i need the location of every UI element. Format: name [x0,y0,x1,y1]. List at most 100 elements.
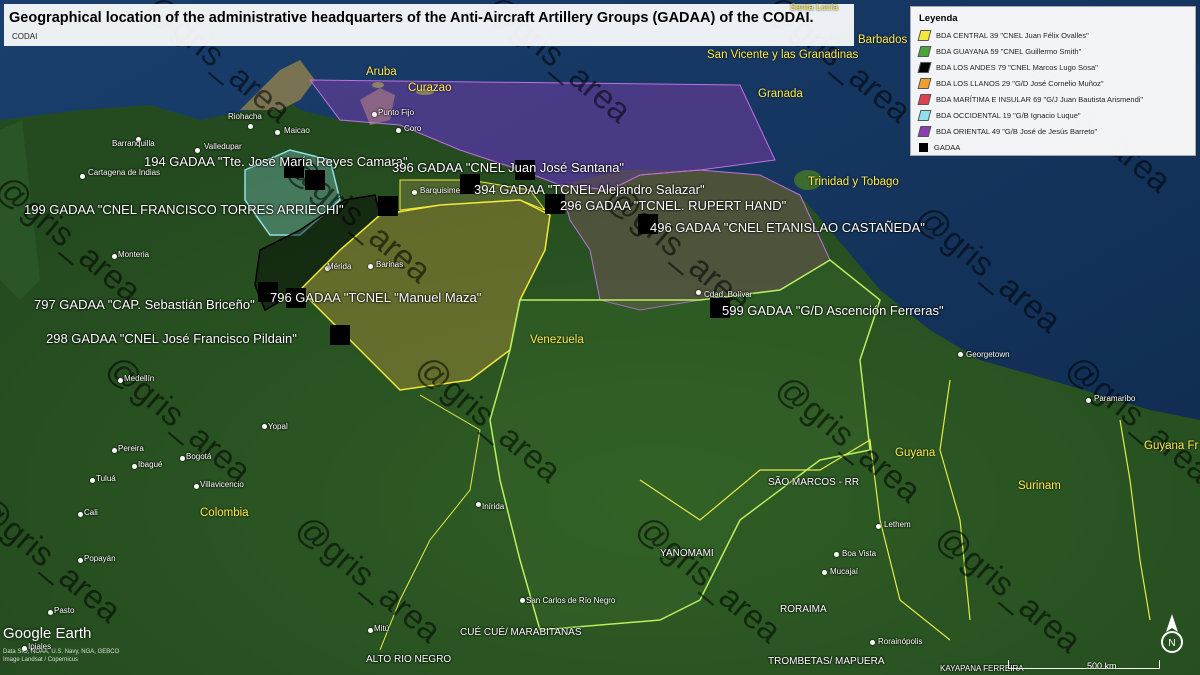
city-dot [78,512,83,517]
city-dot [132,464,137,469]
country-label: Santa Lucía [790,2,839,12]
legend-swatch [917,29,932,41]
city-label: San Carlos de Río Negro [526,596,616,605]
gadaa-marker[interactable] [378,196,398,216]
city-label: Mucajaí [830,567,859,576]
city-dot [368,628,373,633]
legend-swatch [919,142,928,152]
city-dot [368,264,373,269]
country-label: Curazao [408,82,452,94]
city-label: Monteria [118,250,150,259]
credit-line: Data SIO, NOAA, U.S. Navy, NGA, GEBCO [3,649,120,655]
country-label: San Vicente y las Granadinas [707,49,859,61]
legend-item[interactable]: BDA LOS ANDES 79 "CNEL Marcos Lugo Sosa" [917,60,1098,74]
city-dot [520,598,525,603]
city-label: Barinas [376,260,404,269]
legend-item[interactable]: BDA ORIENTAL 49 "G/B José de Jesús Barre… [917,124,1098,138]
legend-item[interactable]: BDA OCCIDENTAL 19 "G/B Ignacio Luque" [917,108,1081,122]
region-label: SÃO MARCOS - RR [768,477,860,488]
legend-item[interactable]: BDA LOS LLANOS 29 "G/D José Cornelio Muñ… [917,76,1104,90]
legend-swatch [917,77,932,89]
city-label: Pasto [54,606,75,615]
title-box: Geographical location of the administrat… [4,4,854,46]
region-label: ALTO RIO NEGRO [366,654,452,665]
city-dot [412,190,417,195]
region-label: CUÉ CUÉ/ MARABITANAS [460,627,582,638]
legend-label: BDA MARÍTIMA E INSULAR 69 "G/J Juan Baut… [936,94,1144,104]
city-label: Paramaribo [1094,394,1136,403]
legend-swatch [917,61,932,73]
city-dot [870,640,875,645]
legend-swatch [917,93,932,105]
legend-label: BDA GUAYANA 59 "CNEL Guillermo Smith" [936,46,1082,56]
city-dot [262,424,267,429]
gadaa-label: 797 GADAA "CAP. Sebastián Briceño" [34,297,255,312]
city-label: Ibagué [138,460,163,469]
city-label: Valledupar [204,142,242,151]
country-label: Surinam [1018,480,1061,492]
google-earth-logo: Google Earth [3,625,92,642]
city-dot [876,524,881,529]
gadaa-marker[interactable] [305,170,325,190]
region-label: YANOMAMI [660,548,714,559]
legend: Leyenda BDA CENTRAL 39 "CNEL Juan Félix … [910,6,1196,156]
city-dot [275,130,280,135]
legend-label: BDA ORIENTAL 49 "G/B José de Jesús Barre… [936,126,1098,136]
map-title: Geographical location of the administrat… [9,10,814,26]
city-dot [194,484,199,489]
gadaa-label: 394 GADAA "TCNEL Alejandro Salazar" [474,182,705,197]
country-label: Barbados [858,34,908,46]
city-label: Barranquilla [112,139,155,148]
city-dot [1086,398,1091,403]
gadaa-label: 199 GADAA "CNEL FRANCISCO TORRES ARRIECH… [24,202,344,217]
legend-label: BDA OCCIDENTAL 19 "G/B Ignacio Luque" [936,110,1081,120]
gadaa-label: 496 GADAA "CNEL ETANISLAO CASTAÑEDA" [650,220,925,235]
gadaa-marker[interactable] [330,325,350,345]
city-dot [396,128,401,133]
city-dot [112,448,117,453]
city-label: Tuluá [96,474,116,483]
gadaa-label: 194 GADAA "Tte. José María Reyes Camara" [144,154,408,169]
city-label: Cali [84,508,98,517]
gadaa-label: 296 GADAA "TCNEL. RUPERT HAND" [560,198,787,213]
region-label: TROMBETAS/ MAPUERA [768,656,885,667]
legend-item[interactable]: BDA MARÍTIMA E INSULAR 69 "G/J Juan Baut… [917,92,1144,106]
city-dot [834,552,839,557]
legend-swatch [917,125,932,137]
city-dot [78,558,83,563]
legend-title: Leyenda [919,13,958,24]
city-label: Riohacha [228,112,262,121]
city-dot [112,254,117,259]
country-label: Guyana Fr [1144,440,1199,452]
city-label: Georgetown [966,350,1010,359]
city-label: Villavicencio [200,480,244,489]
gadaa-label: 796 GADAA "TCNEL "Manuel Maza" [270,290,482,305]
city-label: Rorainópolis [878,637,923,646]
map-subtitle: CODAI [12,32,38,41]
credit-line: Image Landsat / Copernicus [3,657,79,663]
svg-text:N: N [1168,638,1175,649]
country-label: Aruba [366,66,397,78]
legend-item[interactable]: BDA GUAYANA 59 "CNEL Guillermo Smith" [917,44,1082,58]
city-dot [248,124,253,129]
country-label: Trinidad y Tobago [808,176,899,188]
legend-label: BDA LOS LLANOS 29 "G/D José Cornelio Muñ… [936,78,1104,88]
imagery-credits: Data SIO, NOAA, U.S. Navy, NGA, GEBCO Im… [3,648,119,664]
city-label: Popayán [84,554,116,563]
city-label: Bogotá [186,452,212,461]
city-label: Inírida [482,502,505,511]
city-dot [476,502,481,507]
north-arrow-icon[interactable]: N [1160,612,1184,656]
city-dot [822,570,827,575]
city-label: Maicao [284,126,310,135]
scale-bar [1008,660,1160,669]
gadaa-label: 599 GADAA "G/D Ascención Ferreras" [722,303,944,318]
legend-item[interactable]: GADAA [919,140,960,154]
city-label: Yopal [268,422,288,431]
city-label: Medellín [124,374,155,383]
city-label: Boa Vista [842,549,877,558]
country-label: Granada [758,88,803,100]
city-dot [48,610,53,615]
city-dot [90,478,95,483]
legend-item[interactable]: BDA CENTRAL 39 "CNEL Juan Félix Ovalles" [917,28,1089,42]
